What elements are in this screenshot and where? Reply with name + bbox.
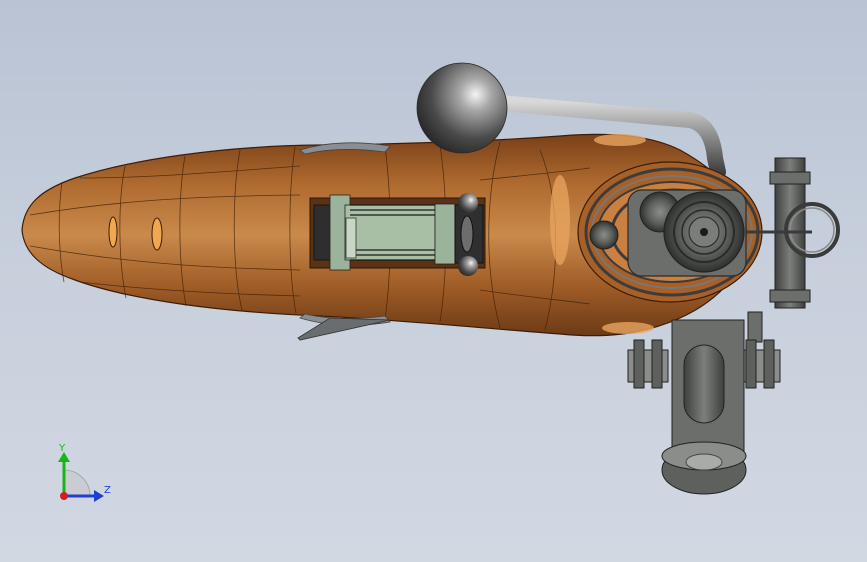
screw-head [458, 256, 478, 276]
axis-triad: Y Z [48, 440, 128, 510]
x-axis-dot [60, 492, 68, 500]
bolt-knob-icon[interactable] [416, 62, 508, 154]
magazine-follower [345, 217, 357, 259]
receiver-end [434, 203, 456, 265]
stock-hole [108, 216, 118, 248]
triad-plane [63, 469, 91, 497]
magazine-body [344, 204, 436, 261]
cad-graphics-viewport[interactable]: Y Z [0, 0, 867, 562]
stock-highlight [602, 322, 654, 334]
stock-highlight [594, 134, 646, 146]
screw-head [458, 193, 478, 213]
y-axis-label: Y [59, 443, 66, 454]
z-axis-label: Z [104, 485, 111, 496]
trigger-hole [460, 215, 474, 253]
bipod-icon[interactable] [627, 319, 781, 495]
stock-highlight [550, 175, 570, 265]
rifle-3d-model[interactable] [0, 0, 867, 562]
stock-hole [151, 217, 163, 251]
side-knob[interactable] [589, 220, 619, 250]
